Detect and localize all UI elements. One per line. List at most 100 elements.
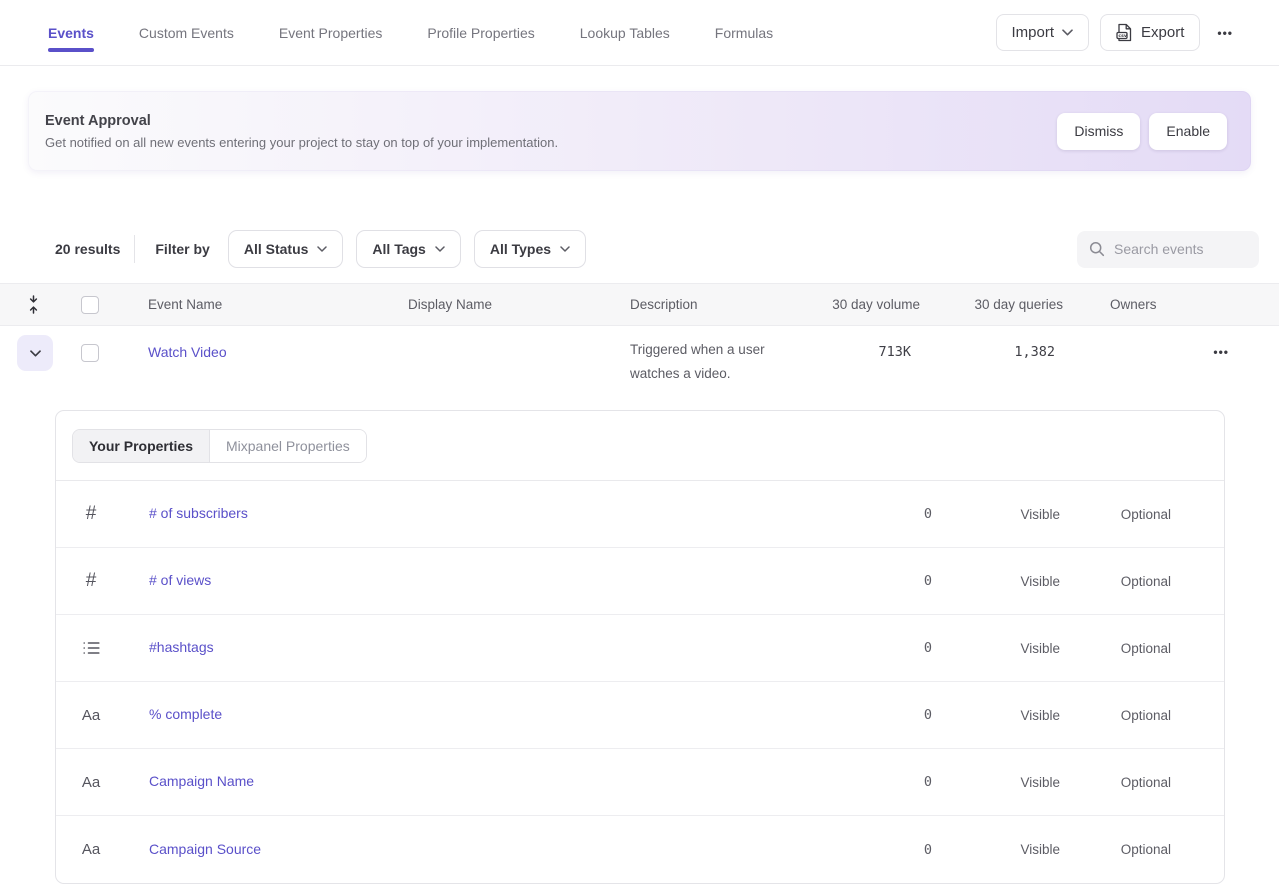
enable-button[interactable]: Enable bbox=[1149, 113, 1227, 150]
property-visibility: Visible bbox=[932, 775, 1060, 790]
banner-title: Event Approval bbox=[45, 113, 558, 129]
banner-description: Get notified on all new events entering … bbox=[45, 135, 558, 150]
dismiss-button[interactable]: Dismiss bbox=[1057, 113, 1140, 150]
property-requirement: Optional bbox=[1060, 641, 1171, 656]
text-type-icon: Aa bbox=[82, 841, 100, 858]
property-name-link[interactable]: #hashtags bbox=[120, 639, 214, 655]
text-type-icon: Aa bbox=[82, 707, 100, 724]
property-count: 0 bbox=[812, 774, 932, 790]
properties-tab[interactable]: Your Properties bbox=[73, 430, 210, 462]
nav-tabs: Events Custom Events Event Properties Pr… bbox=[48, 0, 773, 65]
topnav-actions: Import csv Export ••• bbox=[996, 0, 1239, 65]
nav-tab-label: Lookup Tables bbox=[580, 25, 670, 41]
export-button-label: Export bbox=[1141, 24, 1184, 41]
property-type-cell: Aa bbox=[56, 707, 120, 724]
property-name-link[interactable]: # of subscribers bbox=[120, 505, 248, 521]
properties-tab-label: Your Properties bbox=[89, 438, 193, 454]
property-name-link[interactable]: # of views bbox=[120, 572, 211, 588]
ellipsis-icon: ••• bbox=[1217, 26, 1233, 40]
collapse-row-button[interactable] bbox=[17, 335, 53, 371]
nav-tab[interactable]: Event Properties bbox=[279, 0, 383, 65]
nav-tab-label: Profile Properties bbox=[427, 25, 534, 41]
col-30-day-queries: 30 day queries bbox=[920, 297, 1063, 312]
filter-dropdown-label: All Tags bbox=[372, 241, 425, 257]
nav-tab-label: Formulas bbox=[715, 25, 773, 41]
property-name-link[interactable]: % complete bbox=[120, 706, 222, 722]
filter-dropdown[interactable]: All Types bbox=[474, 230, 586, 268]
property-requirement: Optional bbox=[1060, 842, 1171, 857]
chevron-down-icon bbox=[560, 246, 570, 252]
select-all-cell bbox=[66, 296, 130, 314]
number-type-icon: # bbox=[86, 570, 97, 592]
property-requirement: Optional bbox=[1060, 775, 1171, 790]
events-table-header: Event Name Display Name Description 30 d… bbox=[0, 283, 1279, 326]
properties-tab[interactable]: Mixpanel Properties bbox=[210, 430, 366, 462]
nav-tab[interactable]: Events bbox=[48, 0, 94, 65]
nav-tab-label: Event Properties bbox=[279, 25, 383, 41]
event-description: Triggered when a user watches a video. bbox=[612, 326, 802, 386]
col-30-day-volume: 30 day volume bbox=[802, 297, 920, 312]
property-name-link[interactable]: Campaign Name bbox=[120, 773, 254, 789]
property-type-cell: # bbox=[56, 570, 120, 592]
row-select-cell bbox=[66, 326, 130, 362]
nav-tab[interactable]: Lookup Tables bbox=[580, 0, 670, 65]
filter-dropdowns: All Status All Tags All Types bbox=[228, 230, 599, 268]
more-menu-button[interactable]: ••• bbox=[1211, 20, 1239, 45]
chevron-down-icon bbox=[435, 246, 445, 252]
row-actions-cell: ••• bbox=[1203, 326, 1279, 364]
property-count: 0 bbox=[812, 842, 932, 858]
property-requirement: Optional bbox=[1060, 574, 1171, 589]
svg-text:csv: csv bbox=[1118, 34, 1126, 39]
chevron-down-icon bbox=[317, 246, 327, 252]
row-more-button[interactable]: ••• bbox=[1207, 339, 1235, 364]
search-box bbox=[1077, 231, 1259, 268]
filter-dropdown[interactable]: All Tags bbox=[356, 230, 460, 268]
property-visibility: Visible bbox=[932, 842, 1060, 857]
nav-tab[interactable]: Profile Properties bbox=[427, 0, 534, 65]
banner-actions: Dismiss Enable bbox=[1057, 113, 1227, 150]
csv-file-icon: csv bbox=[1116, 23, 1133, 42]
nav-tab[interactable]: Custom Events bbox=[139, 0, 234, 65]
export-button[interactable]: csv Export bbox=[1100, 14, 1200, 51]
property-type-cell: Aa bbox=[56, 841, 120, 858]
property-row: Aa Campaign Source 0 Visible Optional bbox=[56, 816, 1224, 883]
expander-cell bbox=[0, 326, 66, 371]
property-name-link[interactable]: Campaign Source bbox=[120, 841, 261, 857]
property-visibility: Visible bbox=[932, 708, 1060, 723]
properties-panel-header: Your Properties Mixpanel Properties bbox=[56, 411, 1224, 481]
row-checkbox[interactable] bbox=[81, 344, 99, 362]
filter-dropdown[interactable]: All Status bbox=[228, 230, 344, 268]
collapse-rows-icon[interactable] bbox=[27, 295, 40, 314]
property-requirement: Optional bbox=[1060, 708, 1171, 723]
property-type-cell: Aa bbox=[56, 774, 120, 791]
import-button[interactable]: Import bbox=[996, 14, 1090, 51]
property-count: 0 bbox=[812, 640, 932, 656]
property-visibility: Visible bbox=[932, 641, 1060, 656]
property-type-cell bbox=[56, 641, 120, 655]
filter-dropdown-label: All Types bbox=[490, 241, 551, 257]
ellipsis-icon: ••• bbox=[1213, 345, 1229, 359]
nav-tab[interactable]: Formulas bbox=[715, 0, 773, 65]
top-nav: Events Custom Events Event Properties Pr… bbox=[0, 0, 1279, 66]
chevron-down-icon bbox=[1062, 29, 1073, 36]
search-input[interactable] bbox=[1114, 241, 1247, 257]
import-button-label: Import bbox=[1012, 24, 1055, 41]
nav-tab-label: Events bbox=[48, 25, 94, 41]
property-row: # # of subscribers 0 Visible Optional bbox=[56, 481, 1224, 548]
properties-tabs: Your Properties Mixpanel Properties bbox=[72, 429, 367, 463]
event-approval-banner: Event Approval Get notified on all new e… bbox=[28, 91, 1251, 171]
properties-panel: Your Properties Mixpanel Properties # # … bbox=[55, 410, 1225, 884]
select-all-checkbox[interactable] bbox=[81, 296, 99, 314]
event-name-link[interactable]: Watch Video bbox=[130, 326, 227, 360]
col-description: Description bbox=[612, 297, 802, 312]
properties-tab-label: Mixpanel Properties bbox=[226, 438, 350, 454]
nav-tab-label: Custom Events bbox=[139, 25, 234, 41]
event-volume: 713K bbox=[802, 326, 920, 360]
text-type-icon: Aa bbox=[82, 774, 100, 791]
property-row: # # of views 0 Visible Optional bbox=[56, 548, 1224, 615]
property-type-cell: # bbox=[56, 503, 120, 525]
property-count: 0 bbox=[812, 573, 932, 589]
filter-by-label: Filter by bbox=[155, 241, 209, 257]
list-type-icon bbox=[83, 641, 100, 655]
chevron-down-icon bbox=[30, 350, 41, 357]
